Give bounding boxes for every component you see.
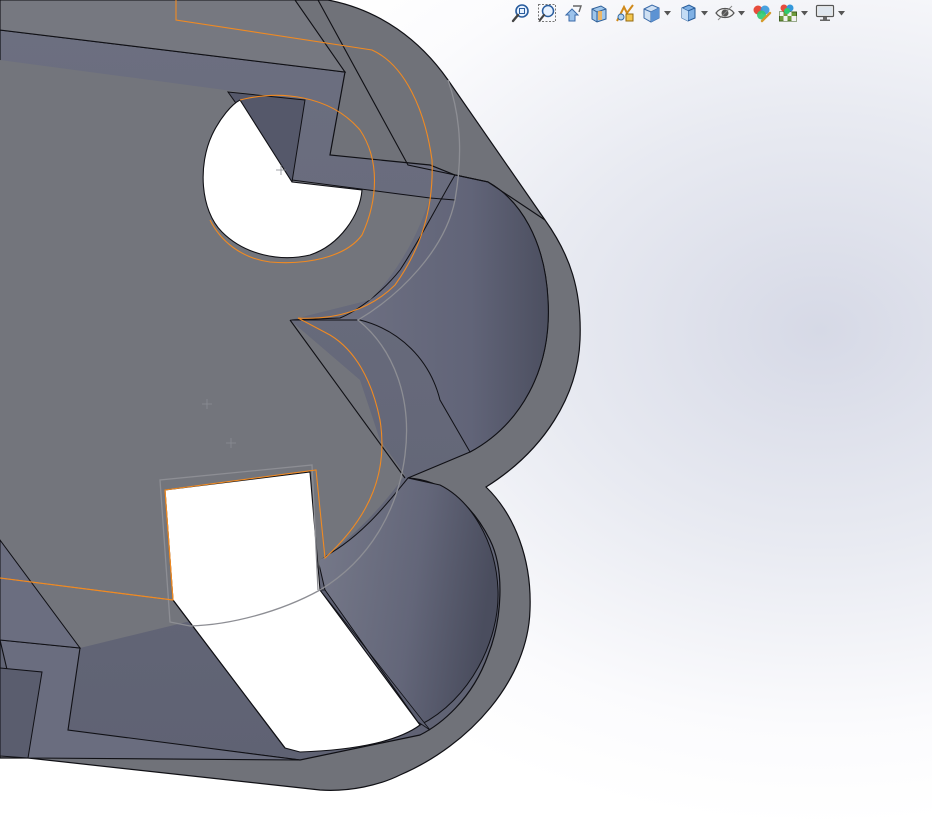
- zoom-to-area-button[interactable]: [536, 2, 558, 24]
- heads-up-view-toolbar: [508, 0, 849, 26]
- view-orientation-icon: [643, 4, 660, 23]
- previous-view-icon: [564, 5, 582, 22]
- monitor-icon: [815, 4, 835, 21]
- section-view-button[interactable]: [588, 2, 610, 24]
- display-style-button[interactable]: [677, 2, 699, 24]
- apply-scene-icon: [779, 4, 797, 22]
- chevron-down-icon: [737, 10, 745, 15]
- edit-appearance-icon: [753, 5, 772, 23]
- edit-appearance-button[interactable]: [751, 2, 773, 24]
- hide-show-items-button[interactable]: [714, 2, 736, 24]
- zoom-to-fit-button[interactable]: [510, 2, 532, 24]
- view-orientation-dropdown[interactable]: [663, 2, 671, 24]
- view-settings-button[interactable]: [814, 2, 836, 24]
- previous-view-button[interactable]: [562, 2, 584, 24]
- apply-scene-button[interactable]: [777, 2, 799, 24]
- display-style-dropdown[interactable]: [700, 2, 708, 24]
- hide-show-items-dropdown[interactable]: [737, 2, 745, 24]
- zoom-to-area-icon: [538, 4, 556, 22]
- section-view-icon: [591, 5, 607, 23]
- display-style-icon: [681, 4, 696, 22]
- view-orientation-button[interactable]: [640, 2, 662, 24]
- graphics-area[interactable]: [0, 0, 932, 826]
- chevron-down-icon: [800, 10, 808, 15]
- dynamic-annotation-views-button[interactable]: [614, 2, 636, 24]
- chevron-down-icon: [663, 10, 671, 15]
- zoom-to-fit-icon: [511, 4, 529, 23]
- chevron-down-icon: [700, 10, 708, 15]
- dynamic-annotation-views-icon: [616, 4, 634, 22]
- hide-show-items-icon: [715, 5, 735, 21]
- view-settings-dropdown[interactable]: [837, 2, 845, 24]
- apply-scene-dropdown[interactable]: [800, 2, 808, 24]
- chevron-down-icon: [837, 10, 845, 15]
- part-model[interactable]: [0, 0, 932, 826]
